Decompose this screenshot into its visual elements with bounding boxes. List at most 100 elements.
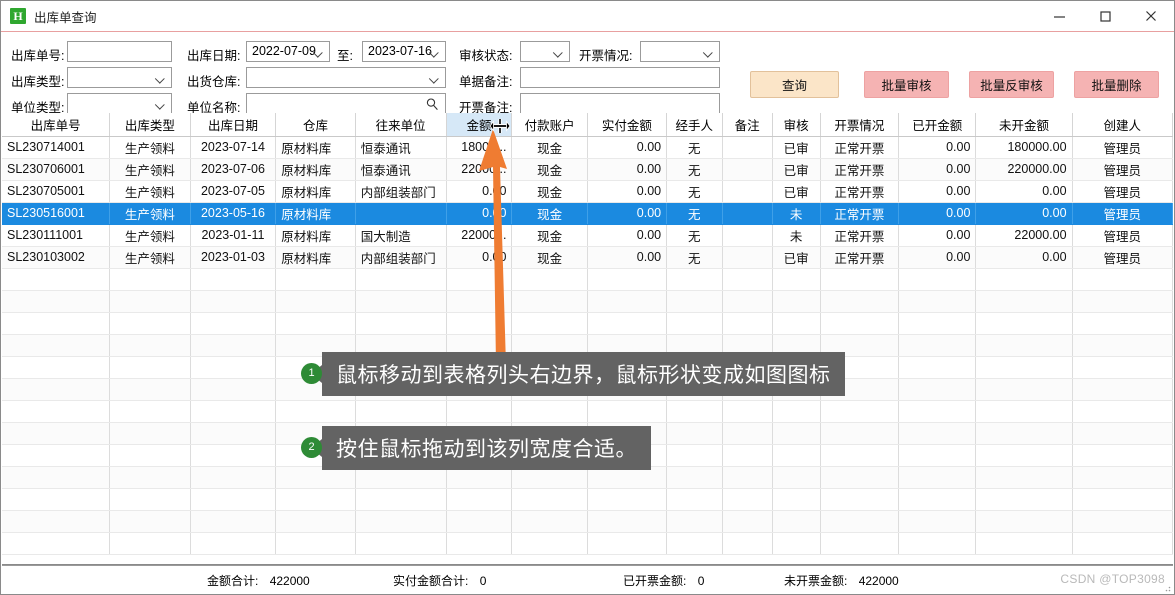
cell-empty[interactable] <box>898 488 977 511</box>
cell-order_no[interactable]: SL230714001 <box>2 136 111 159</box>
cell-empty[interactable] <box>975 378 1073 401</box>
column-header-10[interactable]: 审核 <box>772 113 821 137</box>
cell-remark[interactable] <box>722 202 773 225</box>
audit-status-combo[interactable] <box>520 41 570 62</box>
cell-empty[interactable] <box>511 290 588 313</box>
cell-empty[interactable] <box>2 444 111 467</box>
cell-empty[interactable] <box>666 422 723 445</box>
cell-order_no[interactable]: SL230706001 <box>2 158 111 181</box>
table-row-empty[interactable] <box>2 488 1173 511</box>
cell-empty[interactable] <box>666 532 723 555</box>
cell-empty[interactable] <box>975 422 1073 445</box>
cell-empty[interactable] <box>975 290 1073 313</box>
column-header-5[interactable]: 金额 <box>446 113 513 137</box>
cell-empty[interactable] <box>1072 422 1173 445</box>
cell-uninvoiced[interactable]: 0.00 <box>975 202 1073 225</box>
cell-empty[interactable] <box>666 466 723 489</box>
unit-name-input[interactable] <box>246 93 446 114</box>
cell-amount[interactable]: 22000... <box>446 158 513 181</box>
cell-empty[interactable] <box>190 422 277 445</box>
cell-empty[interactable] <box>190 290 277 313</box>
cell-empty[interactable] <box>355 290 447 313</box>
cell-empty[interactable] <box>898 466 977 489</box>
cell-empty[interactable] <box>975 400 1073 423</box>
cell-empty[interactable] <box>722 312 773 335</box>
batch-audit-button[interactable]: 批量审核 <box>864 71 949 98</box>
cell-empty[interactable] <box>587 290 668 313</box>
cell-empty[interactable] <box>975 444 1073 467</box>
data-grid[interactable]: 出库单号 出库类型 出库日期 仓库 往来单位 金额 付款账户 实付金额 经手人 备注 审核 开票情况已… <box>2 113 1173 565</box>
cell-empty[interactable] <box>772 532 821 555</box>
cell-out_date[interactable]: 2023-01-11 <box>190 224 277 247</box>
cell-amount[interactable]: 0.00 <box>446 202 513 225</box>
cell-remark[interactable] <box>722 158 773 181</box>
cell-empty[interactable] <box>190 488 277 511</box>
cell-remark[interactable] <box>722 246 773 269</box>
column-header-1[interactable]: 出库类型 <box>109 113 191 137</box>
cell-invoice[interactable]: 正常开票 <box>820 246 900 269</box>
cell-empty[interactable] <box>511 268 588 291</box>
cell-empty[interactable] <box>666 290 723 313</box>
cell-empty[interactable] <box>275 532 356 555</box>
cell-creator[interactable]: 管理员 <box>1072 202 1173 225</box>
cell-empty[interactable] <box>109 488 191 511</box>
cell-empty[interactable] <box>722 444 773 467</box>
cell-empty[interactable] <box>898 444 977 467</box>
table-row-empty[interactable] <box>2 400 1173 423</box>
cell-empty[interactable] <box>275 290 356 313</box>
cell-unit[interactable]: 恒泰通讯 <box>355 136 447 159</box>
column-header-9[interactable]: 备注 <box>722 113 773 137</box>
table-row-empty[interactable] <box>2 268 1173 291</box>
table-header[interactable]: 出库单号 出库类型 出库日期 仓库 往来单位 金额 付款账户 实付金额 经手人 备注 审核 开票情况已… <box>2 113 1173 137</box>
cell-empty[interactable] <box>1072 444 1173 467</box>
cell-out_date[interactable]: 2023-07-05 <box>190 180 277 203</box>
cell-empty[interactable] <box>2 510 111 533</box>
cell-empty[interactable] <box>275 400 356 423</box>
cell-empty[interactable] <box>820 268 900 291</box>
close-button[interactable] <box>1128 1 1174 31</box>
cell-empty[interactable] <box>511 532 588 555</box>
cell-empty[interactable] <box>1072 400 1173 423</box>
cell-empty[interactable] <box>511 400 588 423</box>
cell-empty[interactable] <box>587 400 668 423</box>
cell-empty[interactable] <box>898 400 977 423</box>
cell-creator[interactable]: 管理员 <box>1072 136 1173 159</box>
cell-empty[interactable] <box>772 268 821 291</box>
cell-empty[interactable] <box>190 378 277 401</box>
cell-empty[interactable] <box>587 488 668 511</box>
cell-empty[interactable] <box>2 356 111 379</box>
search-icon[interactable] <box>425 97 439 111</box>
cell-empty[interactable] <box>1072 488 1173 511</box>
cell-warehouse[interactable]: 原材料库 <box>275 180 356 203</box>
cell-empty[interactable] <box>975 312 1073 335</box>
cell-empty[interactable] <box>190 532 277 555</box>
cell-empty[interactable] <box>975 466 1073 489</box>
cell-empty[interactable] <box>898 532 977 555</box>
cell-empty[interactable] <box>898 356 977 379</box>
cell-empty[interactable] <box>1072 312 1173 335</box>
table-body[interactable]: SL230714001 生产领料 2023-07-14 原材料库 恒泰通讯 18000..… <box>2 136 1173 555</box>
cell-unit[interactable]: 内部组装部门 <box>355 246 447 269</box>
cell-empty[interactable] <box>109 444 191 467</box>
cell-unit[interactable] <box>355 202 447 225</box>
cell-empty[interactable] <box>820 400 900 423</box>
column-header-8[interactable]: 经手人 <box>666 113 723 137</box>
cell-pay_account[interactable]: 现金 <box>511 202 588 225</box>
cell-empty[interactable] <box>898 290 977 313</box>
cell-empty[interactable] <box>722 466 773 489</box>
cell-out_type[interactable]: 生产领料 <box>109 224 191 247</box>
cell-invoiced[interactable]: 0.00 <box>898 246 977 269</box>
column-header-6[interactable]: 付款账户 <box>511 113 588 137</box>
out-date-from-combo[interactable]: 2022-07-09 <box>246 41 330 62</box>
cell-warehouse[interactable]: 原材料库 <box>275 158 356 181</box>
cell-warehouse[interactable]: 原材料库 <box>275 246 356 269</box>
cell-warehouse[interactable]: 原材料库 <box>275 202 356 225</box>
unit-type-combo[interactable] <box>67 93 172 114</box>
cell-out_date[interactable]: 2023-07-14 <box>190 136 277 159</box>
cell-remark[interactable] <box>722 136 773 159</box>
cell-uninvoiced[interactable]: 220000.00 <box>975 158 1073 181</box>
cell-empty[interactable] <box>109 532 191 555</box>
cell-empty[interactable] <box>109 334 191 357</box>
cell-empty[interactable] <box>109 510 191 533</box>
cell-empty[interactable] <box>772 290 821 313</box>
